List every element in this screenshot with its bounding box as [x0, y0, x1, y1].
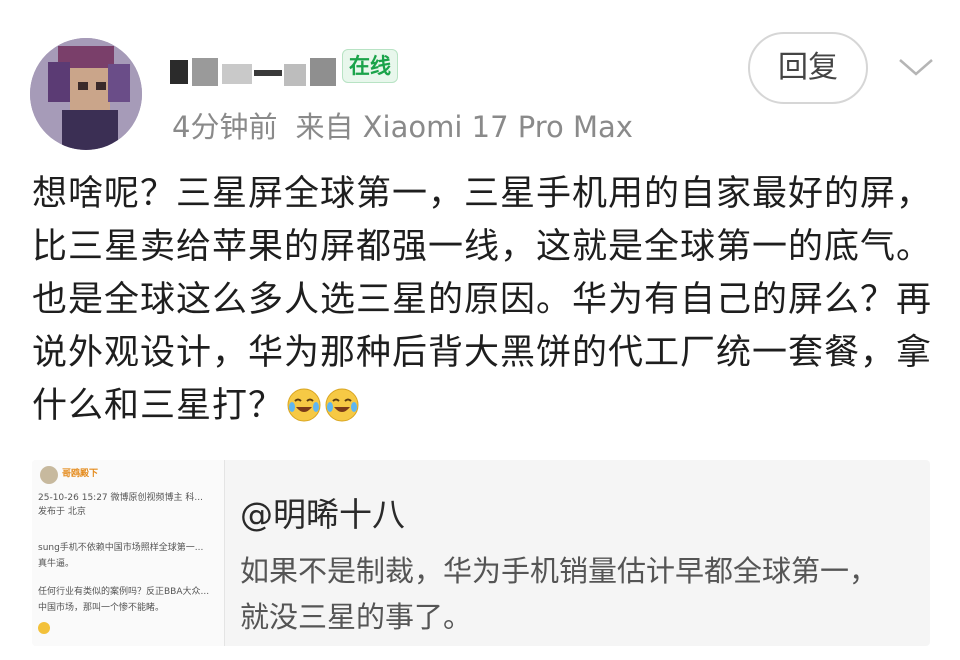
reply-button[interactable]: 回复 — [748, 32, 868, 104]
quoted-comment-card[interactable]: 哥鸥殿下 25-10-26 15:27 微博原创视频博主 科... 发布于 北京… — [32, 460, 930, 646]
post-meta: 4分钟前 来自 Xiaomi 17 Pro Max — [172, 104, 633, 146]
quoted-text: 如果不是制裁，华为手机销量估计早都全球第一，就没三星的事了。 — [240, 554, 879, 634]
post-body-text: 想啥呢？三星屏全球第一，三星手机用的自家最好的屏，比三星卖给苹果的屏都强一线，这… — [32, 174, 933, 426]
thumbnail-avatar — [40, 466, 58, 484]
laugh-cry-emoji-icon — [287, 388, 321, 422]
thumbnail-emoji-icon — [38, 622, 50, 634]
quoted-screenshot-thumbnail[interactable]: 哥鸥殿下 25-10-26 15:27 微博原创视频博主 科... 发布于 北京… — [32, 460, 225, 646]
chevron-down-icon[interactable] — [896, 52, 936, 82]
post-body: 想啥呢？三星屏全球第一，三星手机用的自家最好的屏，比三星卖给苹果的屏都强一线，这… — [32, 168, 932, 433]
thumbnail-line: 中国市场，那叫一个惨不能睹。 — [38, 603, 165, 613]
thumbnail-line: sung手机不依赖中国市场照样全球第一... — [38, 543, 204, 553]
thumbnail-line: 任何行业有类似的案例吗？反正BBA大众... — [38, 587, 210, 597]
user-avatar[interactable] — [30, 38, 142, 150]
thumbnail-username: 哥鸥殿下 — [62, 469, 99, 479]
username-redacted[interactable] — [170, 50, 345, 90]
thumbnail-line: 真牛逼。 — [38, 559, 75, 569]
laugh-cry-emoji-icon — [325, 388, 359, 422]
post-time: 4分钟前 — [172, 110, 278, 144]
thumbnail-line: 25-10-26 15:27 微博原创视频博主 科... — [38, 493, 203, 503]
post-source: 来自 Xiaomi 17 Pro Max — [295, 110, 633, 144]
thumbnail-line: 发布于 北京 — [38, 507, 86, 517]
online-status-badge: 在线 — [342, 49, 398, 83]
quoted-username[interactable]: @明晞十八 — [240, 488, 405, 536]
